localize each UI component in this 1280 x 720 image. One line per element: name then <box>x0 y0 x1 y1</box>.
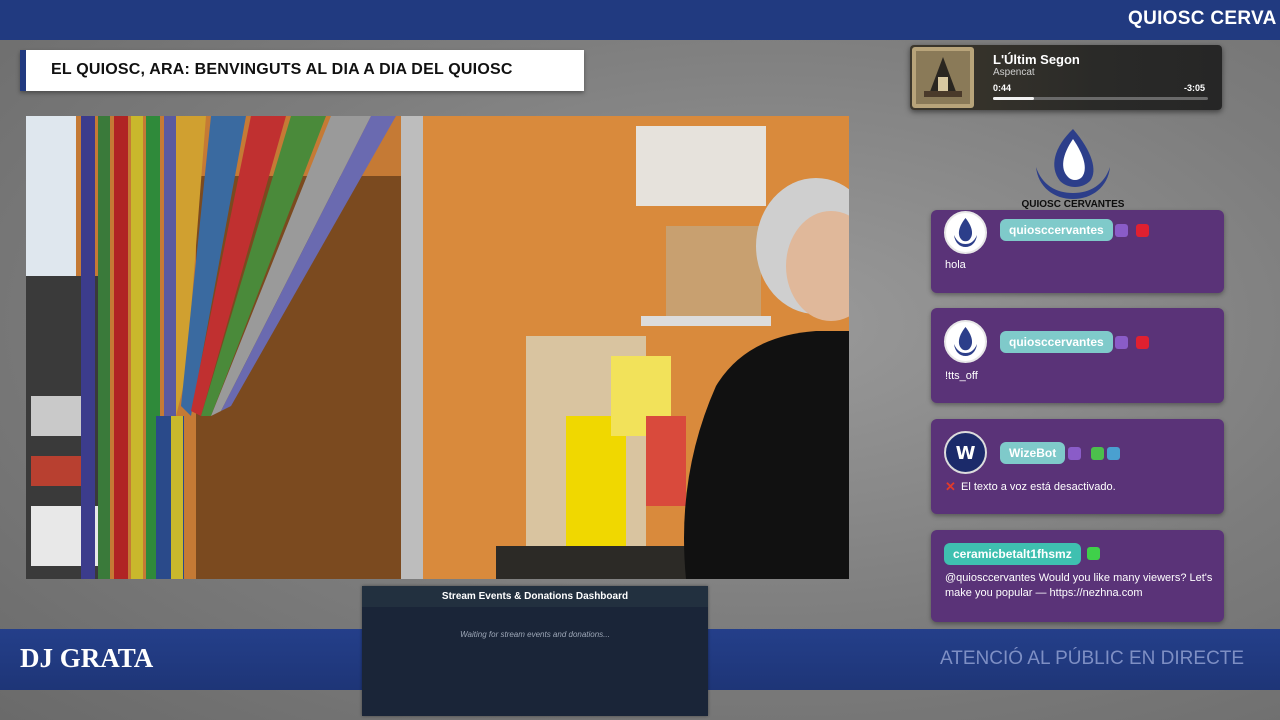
chat-username: quiosccervantes <box>1000 331 1113 353</box>
dashboard-title: Stream Events & Donations Dashboard <box>441 591 629 602</box>
chat-message: W WizeBot ✕ El texto a voz está desactiv… <box>931 419 1224 514</box>
red-x-icon: ✕ <box>945 479 956 494</box>
chat-username: WizeBot <box>1000 442 1066 464</box>
chat-text: !tts_off <box>945 370 978 382</box>
robot-icon <box>1107 447 1120 460</box>
chat-message: quiosccervantes !tts_off <box>931 308 1224 403</box>
album-cover <box>912 47 974 108</box>
dashboard-header: Stream Events & Donations Dashboard <box>362 586 708 607</box>
gift-icon <box>1087 547 1100 560</box>
video-icon <box>1136 336 1149 349</box>
twitch-icon <box>1115 224 1128 237</box>
chat-text-line2: make you popular — https://nezhna.com <box>945 587 1143 599</box>
chat-message: quiosccervantes hola <box>931 210 1224 293</box>
elapsed-time: 0:44 <box>993 83 1012 93</box>
video-icon <box>1136 224 1149 237</box>
svg-text:W: W <box>956 443 976 464</box>
avatar <box>944 320 987 363</box>
camera-feed <box>26 116 849 579</box>
quiosc-logo: QUIOSC CERVANTES <box>1014 125 1132 211</box>
remaining-time: -3:05 <box>1184 83 1206 93</box>
twitch-icon <box>1068 447 1081 460</box>
dj-name: DJ GRATA <box>20 643 154 673</box>
progress-bar <box>993 97 1208 100</box>
title-text: EL QUIOSC, ARA: BENVINGUTS AL DIA A DIA … <box>51 61 513 78</box>
track-artist: Aspencat <box>993 67 1035 78</box>
now-playing-widget: L'Últim Segon Aspencat 0:44 -3:05 <box>910 45 1222 110</box>
chat-text-line1: @quiosccervantes Would you like many vie… <box>945 572 1213 584</box>
avatar: W <box>944 431 987 474</box>
ticker-text: QUIOSC CERVA <box>1128 8 1277 29</box>
chat-text: El texto a voz está desactivado. <box>961 481 1116 493</box>
live-service-text: ATENCIÓ AL PÚBLIC EN DIRECTE <box>940 648 1245 669</box>
top-bar: QUIOSC CERVA <box>0 0 1280 40</box>
chat-text: hola <box>945 259 966 271</box>
chat-username: quiosccervantes <box>1000 219 1113 241</box>
track-title: L'Últim Segon <box>993 52 1080 67</box>
chat-message: ceramicbetalt1fhsmz @quiosccervantes Wou… <box>931 530 1224 622</box>
wrench-icon <box>1091 447 1104 460</box>
dashboard-status: Waiting for stream events and donations.… <box>460 630 610 639</box>
donations-dashboard: Stream Events & Donations Dashboard Wait… <box>362 586 708 716</box>
twitch-icon <box>1115 336 1128 349</box>
progress-fill <box>993 97 1034 100</box>
logo-text: QUIOSC CERVANTES <box>1021 199 1125 210</box>
chat-username: ceramicbetalt1fhsmz <box>944 543 1081 565</box>
title-banner: EL QUIOSC, ARA: BENVINGUTS AL DIA A DIA … <box>20 50 584 91</box>
avatar <box>944 211 987 254</box>
